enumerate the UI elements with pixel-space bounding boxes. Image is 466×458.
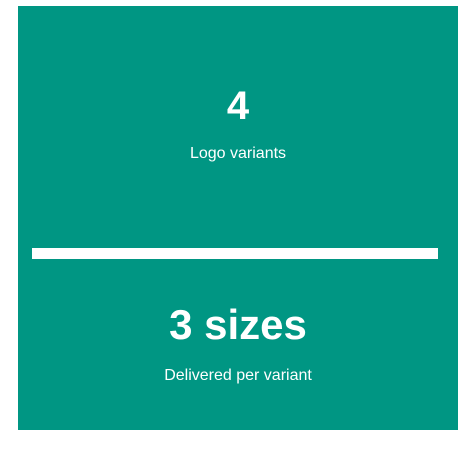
stat-label: Logo variants	[189, 145, 287, 162]
stat-logo-variants: 4 Logo variants	[18, 86, 458, 163]
divider	[32, 248, 438, 259]
stats-panel: 4 Logo variants 3 sizes Delivered per va…	[18, 6, 458, 430]
stat-sizes: 3 sizes Delivered per variant	[18, 304, 458, 385]
stat-value: 3 sizes	[169, 301, 307, 348]
stat-value: 4	[226, 84, 250, 128]
stat-label: Delivered per variant	[164, 367, 312, 384]
